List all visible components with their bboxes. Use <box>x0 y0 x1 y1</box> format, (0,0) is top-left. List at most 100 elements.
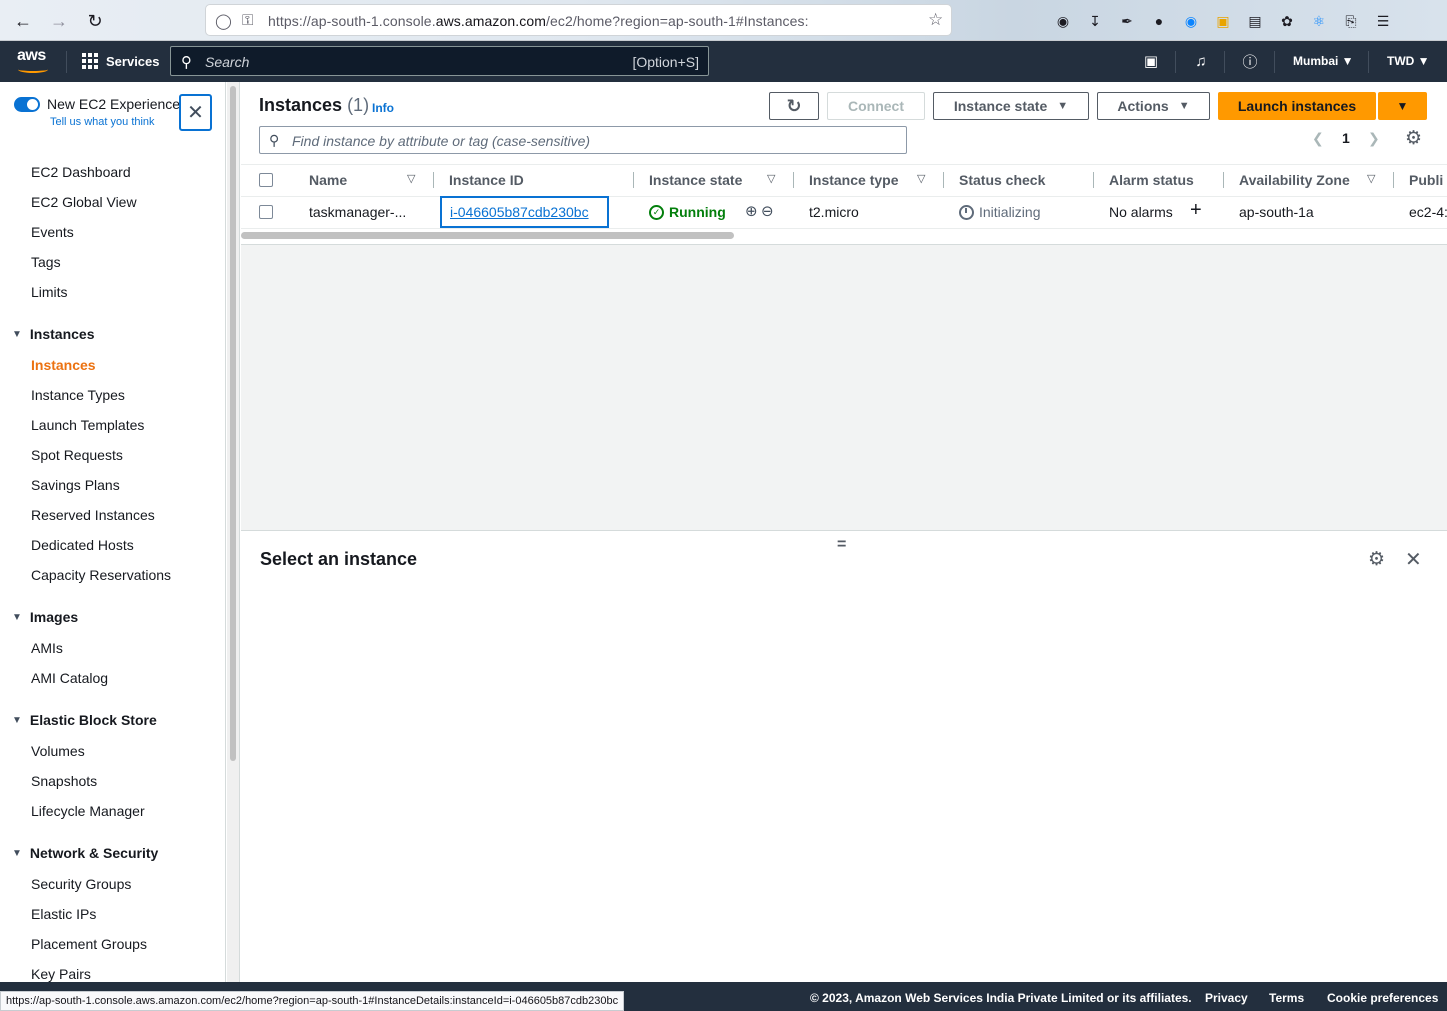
sidebar-section-network-security[interactable]: ▼ Network & Security <box>12 845 158 861</box>
feedback-link[interactable]: Tell us what you think <box>50 116 155 128</box>
filter-icon[interactable]: ▽ <box>767 172 775 185</box>
help-icon[interactable]: ⓘ <box>1240 51 1260 71</box>
services-menu-button[interactable]: Services <box>82 53 160 69</box>
actions-button[interactable]: Actions ▼ <box>1097 92 1210 120</box>
cloudshell-icon[interactable]: ▣ <box>1141 51 1161 71</box>
instance-state-button[interactable]: Instance state ▼ <box>933 92 1089 120</box>
zoom-in-icon[interactable]: ⊕ <box>745 202 758 220</box>
zoom-out-icon[interactable]: ⊖ <box>761 202 774 220</box>
caret-down-icon: ▼ <box>1396 99 1409 113</box>
download-icon[interactable]: ↧ <box>1084 10 1106 32</box>
column-alarm-status[interactable]: Alarm status <box>1109 172 1194 188</box>
launch-instances-button[interactable]: Launch instances <box>1218 92 1376 120</box>
sidebar-item-spot-requests[interactable]: Spot Requests <box>31 447 123 463</box>
account-menu[interactable]: TWD ▼ <box>1387 54 1430 68</box>
table-empty-area <box>241 244 1447 531</box>
console-search-input[interactable]: ⚲ Search [Option+S] <box>170 46 709 76</box>
new-experience-toggle[interactable] <box>14 97 40 112</box>
column-name[interactable]: Name <box>309 172 347 188</box>
connect-button[interactable]: Connect <box>827 92 925 120</box>
instance-id-link[interactable]: i-046605b87cdb230bc <box>440 196 609 228</box>
copyright-text: © 2023, Amazon Web Services India Privat… <box>810 991 1192 1005</box>
sidebar-section-images[interactable]: ▼ Images <box>12 609 78 625</box>
caret-down-icon: ▼ <box>1178 100 1190 112</box>
sidebar-item-instances[interactable]: Instances <box>31 357 96 373</box>
sidebar-item-savings-plans[interactable]: Savings Plans <box>31 477 120 493</box>
bookmark-star-icon[interactable]: ☆ <box>928 10 943 30</box>
sidebar-item-events[interactable]: Events <box>31 224 74 240</box>
column-status-check[interactable]: Status check <box>959 172 1045 188</box>
sidebar-item-ec2-dashboard[interactable]: EC2 Dashboard <box>31 164 131 180</box>
pocket-icon[interactable]: ◉ <box>1052 10 1074 32</box>
filter-icon[interactable]: ▽ <box>1367 172 1375 185</box>
sidebar-section-ebs[interactable]: ▼ Elastic Block Store <box>12 712 157 728</box>
terms-link[interactable]: Terms <box>1269 991 1304 1005</box>
sidebar-item-snapshots[interactable]: Snapshots <box>31 773 97 789</box>
sidebar-item-ec2-global-view[interactable]: EC2 Global View <box>31 194 137 210</box>
sidebar-item-dedicated-hosts[interactable]: Dedicated Hosts <box>31 537 134 553</box>
next-page-icon[interactable]: ❯ <box>1368 130 1380 147</box>
sidebar-item-elastic-ips[interactable]: Elastic IPs <box>31 906 96 922</box>
column-instance-state[interactable]: Instance state <box>649 172 742 188</box>
public-dns: ec2-4: <box>1409 204 1447 220</box>
sidebar-item-reserved-instances[interactable]: Reserved Instances <box>31 507 155 523</box>
url-text: https://ap-south-1.console.aws.amazon.co… <box>268 13 809 29</box>
sidebar-item-launch-templates[interactable]: Launch Templates <box>31 417 144 433</box>
table-horizontal-scrollbar[interactable] <box>241 232 1447 240</box>
sidebar-item-limits[interactable]: Limits <box>31 284 68 300</box>
prev-page-icon[interactable]: ❮ <box>1312 130 1324 147</box>
sidebar-item-security-groups[interactable]: Security Groups <box>31 876 131 892</box>
refresh-button[interactable]: ↻ <box>769 92 819 120</box>
cookie-preferences-link[interactable]: Cookie preferences <box>1327 991 1438 1005</box>
sidebar-item-instance-types[interactable]: Instance Types <box>31 387 125 403</box>
notes-extension-icon[interactable]: ▤ <box>1244 10 1266 32</box>
page-number[interactable]: 1 <box>1342 130 1350 146</box>
screen-extension-icon[interactable]: ▣ <box>1212 10 1234 32</box>
select-all-checkbox[interactable] <box>259 173 273 187</box>
launch-dropdown-button[interactable]: ▼ <box>1378 92 1427 120</box>
resize-handle-icon[interactable]: = <box>837 536 846 554</box>
leaf-extension-icon[interactable]: ✿ <box>1276 10 1298 32</box>
info-link[interactable]: Info <box>372 101 394 115</box>
url-bar[interactable]: ◯ ⚿ https://ap-south-1.console.aws.amazo… <box>205 4 952 36</box>
filter-icon[interactable]: ▽ <box>407 172 415 185</box>
column-instance-id[interactable]: Instance ID <box>449 172 524 188</box>
back-arrow-icon[interactable]: ← <box>10 8 36 34</box>
reload-icon[interactable]: ↻ <box>82 8 108 34</box>
row-checkbox[interactable] <box>259 205 273 219</box>
globe-extension-icon[interactable]: ◉ <box>1180 10 1202 32</box>
menu-icon[interactable]: ☰ <box>1372 10 1394 32</box>
react-extension-icon[interactable]: ⚛ <box>1308 10 1330 32</box>
extensions-puzzle-icon[interactable]: ⎘ <box>1340 10 1362 32</box>
sidebar-item-tags[interactable]: Tags <box>31 254 61 270</box>
column-availability-zone[interactable]: Availability Zone <box>1239 172 1350 188</box>
preferences-gear-icon[interactable]: ⚙ <box>1405 127 1422 150</box>
sidebar-item-placement-groups[interactable]: Placement Groups <box>31 936 147 952</box>
close-sidebar-icon[interactable]: ✕ <box>179 94 212 131</box>
status-check-initializing: Initializing <box>959 204 1040 220</box>
privacy-link[interactable]: Privacy <box>1205 991 1248 1005</box>
notifications-bell-icon[interactable]: ♫ <box>1191 51 1211 71</box>
column-public-dns[interactable]: Publi <box>1409 172 1443 188</box>
caret-down-icon: ▼ <box>1057 100 1069 112</box>
sidebar-section-instances[interactable]: ▼ Instances <box>12 326 95 342</box>
aws-logo[interactable]: aws <box>17 47 53 75</box>
sidebar-item-capacity-reservations[interactable]: Capacity Reservations <box>31 567 171 583</box>
forward-arrow-icon[interactable]: → <box>46 8 72 34</box>
detail-close-icon[interactable]: ✕ <box>1405 547 1422 572</box>
region-selector[interactable]: Mumbai ▼ <box>1293 54 1354 68</box>
caret-down-icon: ▼ <box>12 611 22 623</box>
add-alarm-icon[interactable]: + <box>1190 199 1202 222</box>
filter-icon[interactable]: ▽ <box>917 172 925 185</box>
twd-extension-icon[interactable]: ● <box>1148 10 1170 32</box>
sidebar-item-amis[interactable]: AMIs <box>31 640 63 656</box>
tools-icon[interactable]: ✒ <box>1116 10 1138 32</box>
sidebar-item-key-pairs[interactable]: Key Pairs <box>31 966 91 982</box>
sidebar-item-ami-catalog[interactable]: AMI Catalog <box>31 670 108 686</box>
find-instance-input[interactable]: ⚲ Find instance by attribute or tag (cas… <box>259 126 907 154</box>
sidebar-item-lifecycle-manager[interactable]: Lifecycle Manager <box>31 803 145 819</box>
sidebar-scrollbar[interactable] <box>227 82 240 982</box>
column-instance-type[interactable]: Instance type <box>809 172 898 188</box>
detail-settings-gear-icon[interactable]: ⚙ <box>1368 548 1385 571</box>
sidebar-item-volumes[interactable]: Volumes <box>31 743 85 759</box>
